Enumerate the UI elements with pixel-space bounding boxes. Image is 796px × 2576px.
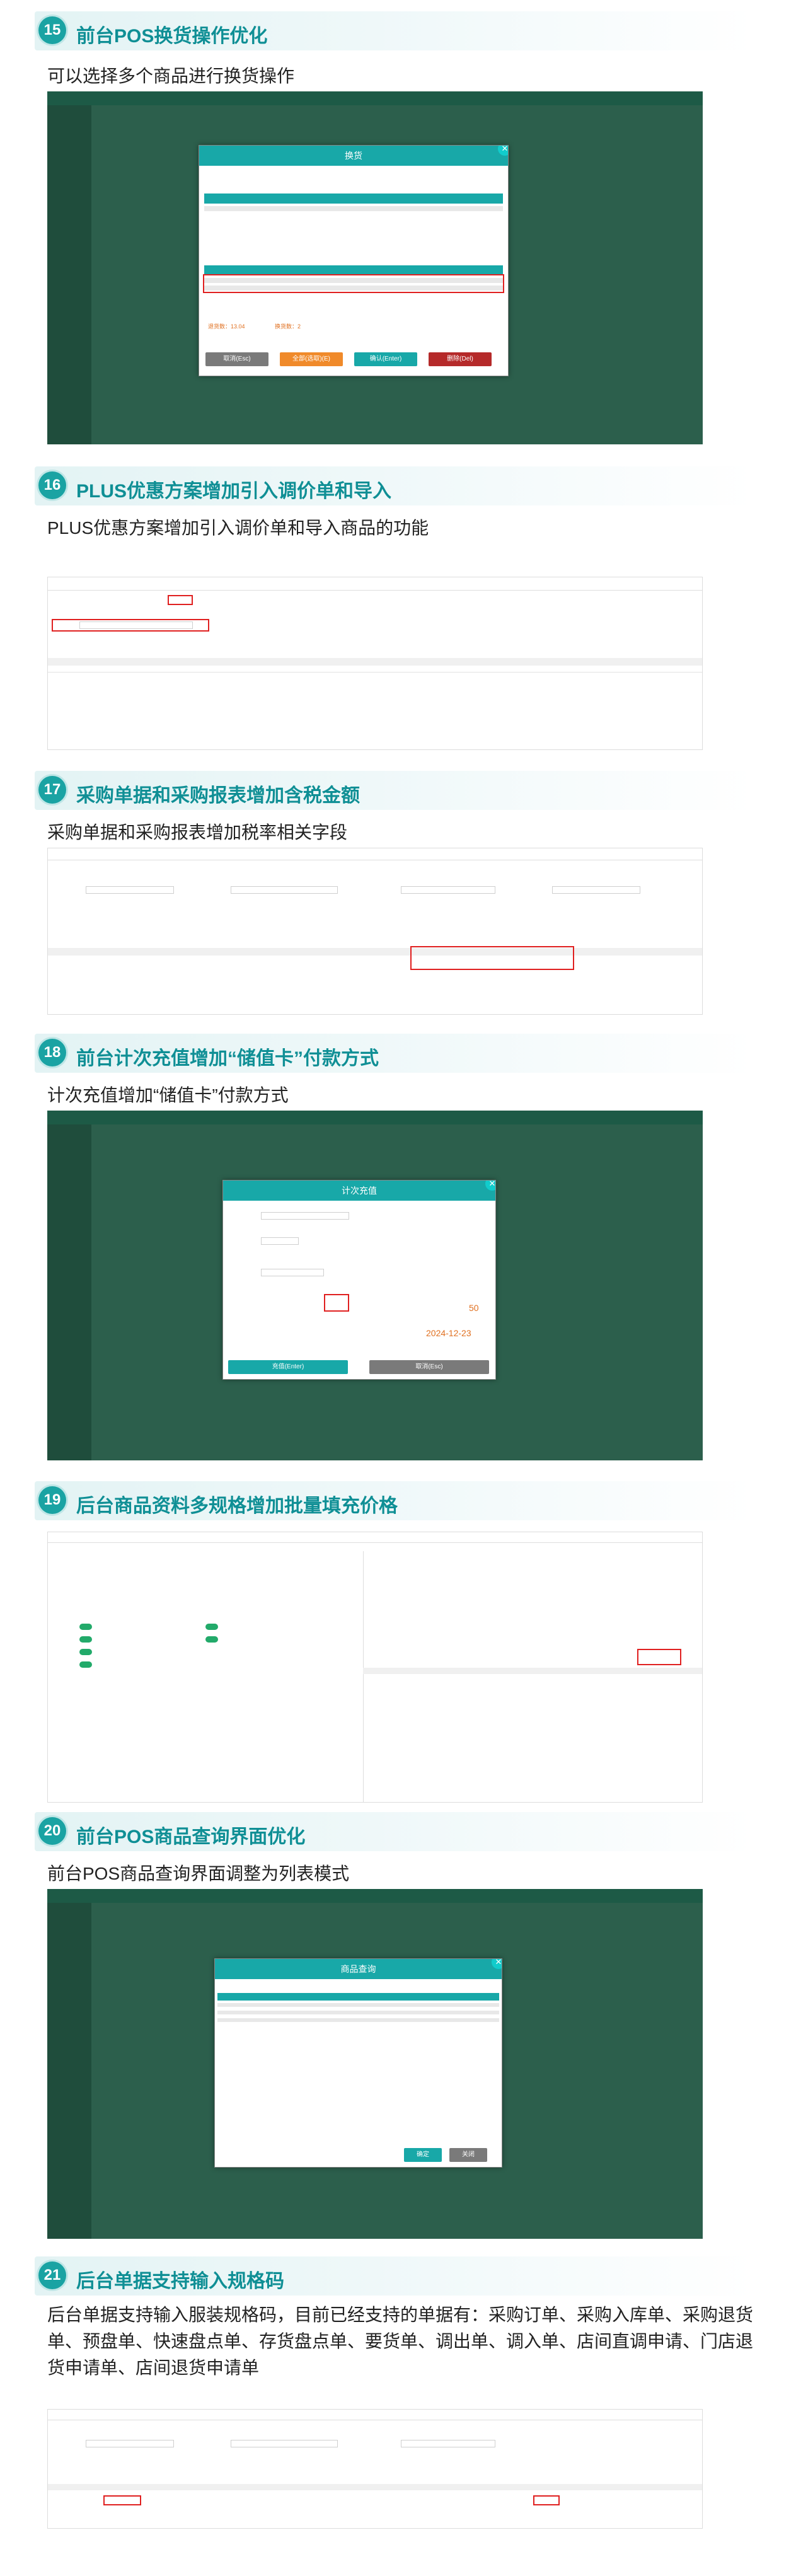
close-button[interactable]: 关闭	[449, 2148, 487, 2162]
input-field[interactable]	[261, 1212, 349, 1220]
screenshot-plus-promo	[47, 577, 703, 750]
screenshot-pos-exchange: 换货 ✕ 退货数：13.04 换货数：2 取消(Esc) 全部(选取)(E) 确…	[47, 91, 703, 444]
section-number: 20	[38, 1817, 66, 1845]
sidebar	[47, 105, 91, 444]
input-field[interactable]	[261, 1269, 324, 1276]
section-title: PLUS优惠方案增加引入调价单和导入	[76, 481, 392, 502]
input-field[interactable]	[231, 886, 338, 894]
highlight-box	[168, 595, 193, 605]
grid-header	[363, 1668, 702, 1674]
section-number: 16	[38, 471, 66, 499]
input-field[interactable]	[86, 886, 174, 894]
table-row[interactable]	[217, 2003, 499, 2007]
section-desc: PLUS优惠方案增加引入调价单和导入商品的功能	[47, 518, 429, 538]
section-desc: 计次充值增加“储值卡”付款方式	[47, 1085, 289, 1105]
section-banner: 18 前台计次充值增加“储值卡”付款方式	[35, 1034, 753, 1073]
product-query-dialog: 商品查询 ✕ 确定 关闭	[214, 1958, 502, 2168]
screenshot-count-recharge: 计次充值 ✕ 50 2024-12-23 充值(Enter) 取消(Esc)	[47, 1111, 703, 1460]
expire-date: 2024-12-23	[426, 1328, 471, 1338]
input-field[interactable]	[86, 2440, 174, 2447]
table-row[interactable]	[204, 206, 503, 211]
section-banner: 20 前台POS商品查询界面优化	[35, 1812, 753, 1851]
screenshot-multi-spec-price	[47, 1532, 703, 1803]
highlight-box	[410, 946, 574, 970]
sidebar	[47, 1903, 91, 2239]
section-desc: 可以选择多个商品进行换货操作	[47, 66, 295, 86]
highlight-box	[103, 2495, 141, 2505]
section-title: 采购单据和采购报表增加含税金额	[76, 785, 360, 806]
highlight-box	[324, 1294, 349, 1312]
topbar	[47, 1889, 703, 1903]
confirm-button[interactable]: 确认(Enter)	[354, 352, 417, 366]
section-banner: 15 前台POS换货操作优化	[35, 11, 753, 50]
section-number: 21	[38, 2261, 66, 2289]
grid-header	[48, 2484, 702, 2490]
cancel-button[interactable]: 取消(Esc)	[369, 1360, 489, 1374]
section-title: 前台计次充值增加“储值卡”付款方式	[76, 1048, 379, 1069]
table-row[interactable]	[217, 2018, 499, 2022]
close-icon[interactable]: ✕	[485, 1181, 495, 1191]
exchange-dialog: 换货 ✕ 退货数：13.04 换货数：2 取消(Esc) 全部(选取)(E) 确…	[199, 145, 509, 376]
close-icon[interactable]: ✕	[492, 1959, 502, 1969]
section-number: 17	[38, 776, 66, 804]
grid-header	[204, 193, 503, 204]
select-all-button[interactable]: 全部(选取)(E)	[280, 352, 343, 366]
section-number: 18	[38, 1039, 66, 1066]
recharge-dialog: 计次充值 ✕ 50 2024-12-23 充值(Enter) 取消(Esc)	[222, 1180, 496, 1380]
close-icon[interactable]: ✕	[498, 146, 508, 156]
toggle-switch[interactable]	[79, 1649, 92, 1655]
screenshot-product-query: 商品查询 ✕ 确定 关闭	[47, 1889, 703, 2239]
screenshot-purchase-tax	[47, 848, 703, 1015]
highlight-box	[533, 2495, 560, 2505]
cancel-button[interactable]: 取消(Esc)	[205, 352, 268, 366]
highlight-box	[52, 619, 209, 632]
input-field[interactable]	[401, 886, 495, 894]
confirm-button[interactable]: 确定	[404, 2148, 442, 2162]
section-desc: 采购单据和采购报表增加税率相关字段	[47, 823, 348, 842]
table-row	[48, 672, 702, 673]
section-number: 15	[38, 16, 66, 44]
toggle-switch[interactable]	[205, 1624, 218, 1630]
amount-text: 退货数：13.04	[208, 323, 245, 330]
toggle-switch[interactable]	[205, 1636, 218, 1643]
dialog-title: 换货 ✕	[199, 146, 508, 166]
screenshot-spec-code	[47, 2409, 703, 2529]
tab-bar	[48, 1542, 702, 1543]
amount-text-2: 换货数：2	[275, 323, 301, 330]
highlight-box	[637, 1649, 681, 1665]
section-title: 前台POS商品查询界面优化	[76, 1827, 306, 1847]
input-field[interactable]	[552, 886, 640, 894]
toggle-switch[interactable]	[79, 1624, 92, 1630]
sidebar	[47, 1124, 91, 1460]
section-title: 前台POS换货操作优化	[76, 26, 268, 47]
amount-value: 50	[469, 1303, 479, 1313]
divider	[363, 1551, 364, 1802]
section-title: 后台单据支持输入规格码	[76, 2271, 284, 2292]
section-banner: 21 后台单据支持输入规格码	[35, 2256, 753, 2296]
table-row[interactable]	[217, 2011, 499, 2014]
section-desc: 后台单据支持输入服装规格码，目前已经支持的单据有：采购订单、采购入库单、采购退货…	[47, 2305, 754, 2377]
section-number: 19	[38, 1486, 66, 1514]
delete-button[interactable]: 删除(Del)	[429, 352, 492, 366]
grid-header	[217, 1993, 499, 2001]
grid-header	[48, 658, 702, 666]
section-banner: 16 PLUS优惠方案增加引入调价单和导入	[35, 466, 753, 505]
input-field[interactable]	[261, 1237, 299, 1245]
input-field[interactable]	[231, 2440, 338, 2447]
dialog-title: 商品查询 ✕	[215, 1959, 502, 1979]
grid-header	[48, 948, 702, 956]
topbar	[47, 91, 703, 105]
topbar	[47, 1111, 703, 1124]
toggle-switch[interactable]	[79, 1636, 92, 1643]
section-banner: 17 采购单据和采购报表增加含税金额	[35, 771, 753, 810]
toggle-switch[interactable]	[79, 1661, 92, 1668]
section-desc: 前台POS商品查询界面调整为列表模式	[47, 1864, 350, 1883]
input-field[interactable]	[401, 2440, 495, 2447]
dialog-title: 计次充值 ✕	[223, 1181, 495, 1201]
section-title: 后台商品资料多规格增加批量填充价格	[76, 1496, 398, 1516]
recharge-button[interactable]: 充值(Enter)	[228, 1360, 348, 1374]
tab-bar	[48, 590, 702, 591]
section-banner: 19 后台商品资料多规格增加批量填充价格	[35, 1481, 753, 1520]
highlight-box	[203, 274, 504, 293]
